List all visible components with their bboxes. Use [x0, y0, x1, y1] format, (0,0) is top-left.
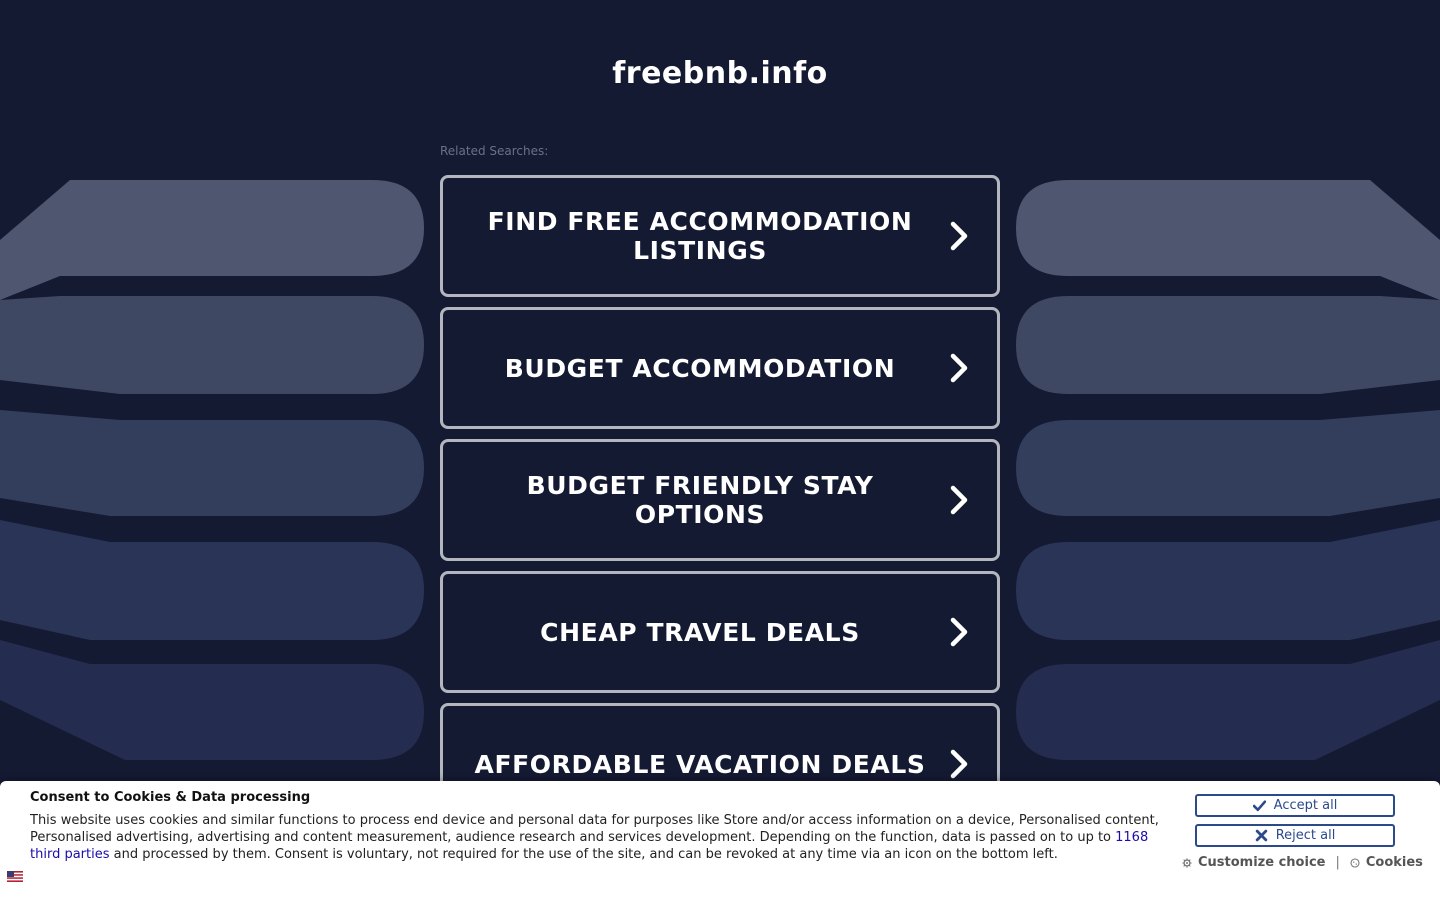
consent-title: Consent to Cookies & Data processing	[30, 790, 311, 805]
related-link[interactable]: BUDGET ACCOMMODATION	[440, 307, 1000, 429]
related-link-label: BUDGET ACCOMMODATION	[504, 353, 896, 383]
close-icon	[1255, 829, 1267, 842]
consent-body-text-end: and processed by them. Consent is volunt…	[109, 847, 1058, 862]
consent-body-text: This website uses cookies and similar fu…	[30, 813, 1159, 845]
related-link-label: BUDGET FRIENDLY STAY OPTIONS	[526, 471, 874, 529]
footer-separator: |	[1335, 855, 1340, 870]
related-link-label: CHEAP TRAVEL DEALS	[540, 617, 860, 647]
chevron-right-icon	[950, 749, 968, 779]
related-link[interactable]: CHEAP TRAVEL DEALS	[440, 571, 1000, 693]
domain-title: freebnb.info	[612, 56, 828, 91]
language-flag-icon[interactable]	[7, 871, 23, 882]
chevron-right-icon	[950, 221, 968, 251]
chevron-right-icon	[950, 353, 968, 383]
chevron-right-icon	[950, 485, 968, 515]
related-link[interactable]: BUDGET FRIENDLY STAY OPTIONS	[440, 439, 1000, 561]
reject-all-label: Reject all	[1275, 828, 1336, 843]
accept-all-button[interactable]: Accept all	[1195, 794, 1395, 817]
consent-footer-links: Customize choice | Cookies	[1182, 855, 1423, 870]
page: freebnb.info Related Searches: FIND FREE…	[0, 0, 1440, 900]
gear-icon	[1182, 857, 1192, 868]
related-link-label: FIND FREE ACCOMMODATION LISTINGS	[487, 207, 913, 265]
chevron-right-icon	[950, 617, 968, 647]
cookie-consent-banner: Consent to Cookies & Data processing Thi…	[0, 781, 1440, 900]
related-link-label: AFFORDABLE VACATION DEALS	[474, 749, 926, 779]
customize-choice-link[interactable]: Customize choice	[1198, 855, 1325, 870]
related-link[interactable]: FIND FREE ACCOMMODATION LISTINGS	[440, 175, 1000, 297]
consent-body: This website uses cookies and similar fu…	[30, 812, 1162, 863]
cookie-icon	[1350, 857, 1360, 868]
related-searches-label: Related Searches:	[440, 144, 549, 158]
checkmark-icon	[1252, 800, 1266, 812]
reject-all-button[interactable]: Reject all	[1195, 824, 1395, 847]
cookies-link[interactable]: Cookies	[1366, 855, 1423, 870]
accept-all-label: Accept all	[1273, 798, 1338, 813]
related-links-list: FIND FREE ACCOMMODATION LISTINGS BUDGET …	[440, 175, 1000, 835]
